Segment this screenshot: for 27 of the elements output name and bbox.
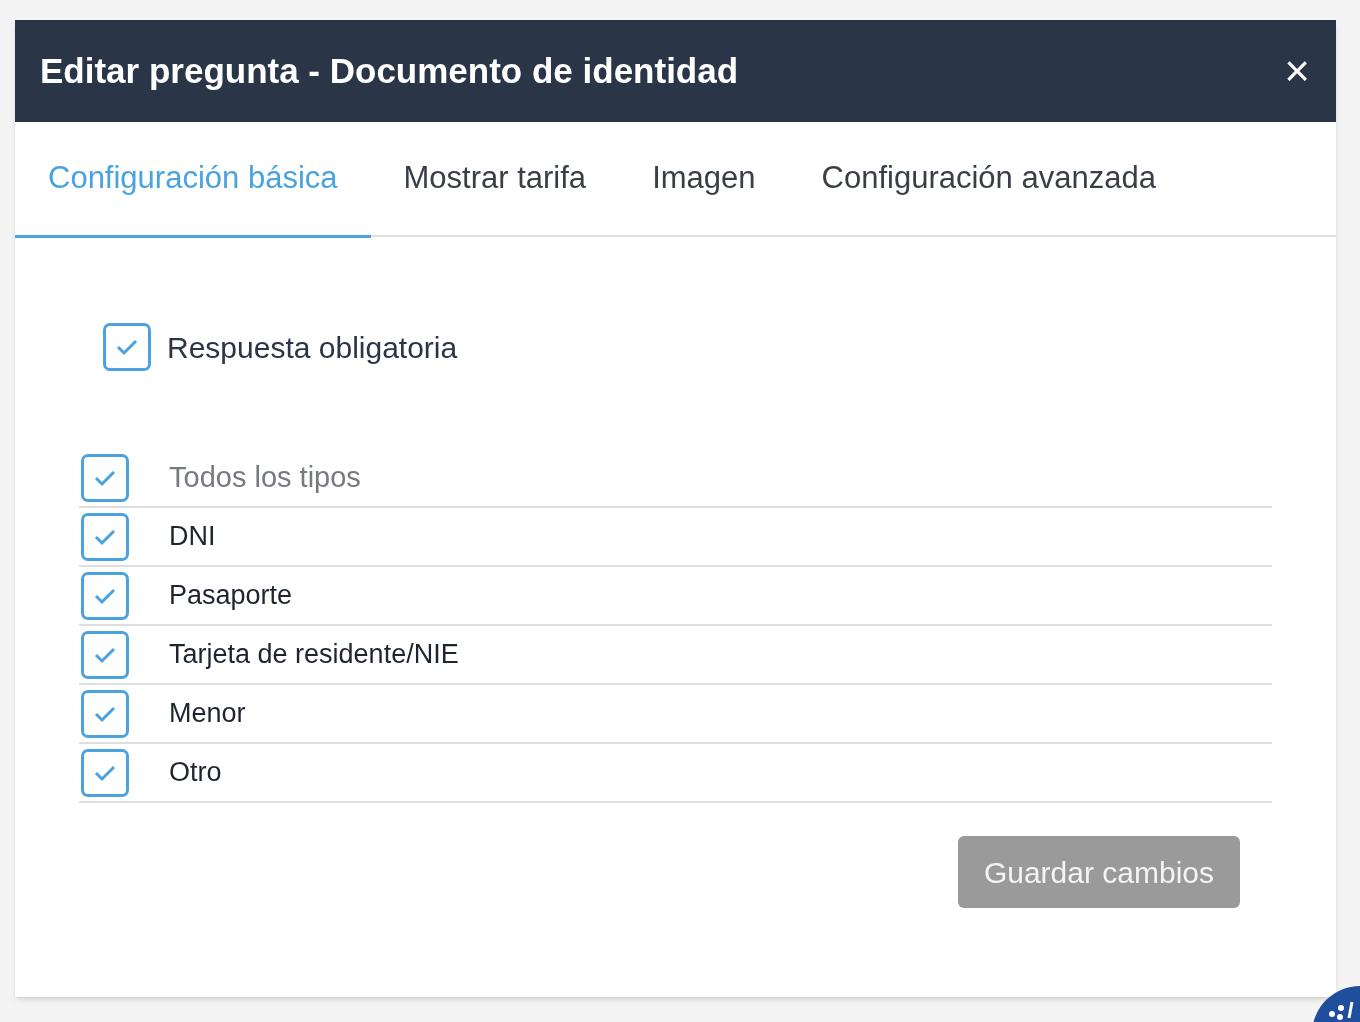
checkbox[interactable] <box>81 453 129 502</box>
checkbox-label: Respuesta obligatoria <box>167 329 458 366</box>
check-icon <box>93 527 117 546</box>
checkbox[interactable] <box>81 630 129 679</box>
checkbox[interactable] <box>81 748 129 797</box>
check-icon <box>93 763 117 782</box>
check-icon <box>93 468 117 487</box>
tab[interactable]: Configuración avanzada <box>788 122 1189 238</box>
check-icon <box>93 586 117 605</box>
tab[interactable]: Imagen <box>619 122 789 238</box>
checkbox-label: Tarjeta de residente/NIE <box>169 638 459 672</box>
check-icon <box>93 645 117 664</box>
checkbox[interactable] <box>81 571 129 620</box>
checkbox-label: Otro <box>169 756 222 790</box>
check-icon <box>115 338 139 356</box>
checkbox[interactable] <box>103 323 151 371</box>
checkbox-label: Todos los tipos <box>169 459 361 495</box>
checkbox-label: Pasaporte <box>169 579 293 613</box>
tab[interactable]: Mostrar tarifa <box>370 122 620 238</box>
checkbox[interactable] <box>81 512 129 561</box>
checkbox[interactable] <box>81 689 129 738</box>
check-icon <box>93 704 117 723</box>
dialog-title: Editar pregunta - Documento de identidad <box>40 49 739 92</box>
close-button[interactable]: × <box>1276 49 1318 93</box>
chat-widget-icon[interactable] <box>1312 984 1360 1022</box>
checkbox-label: Menor <box>169 697 246 731</box>
checkbox-label: DNI <box>169 520 216 554</box>
